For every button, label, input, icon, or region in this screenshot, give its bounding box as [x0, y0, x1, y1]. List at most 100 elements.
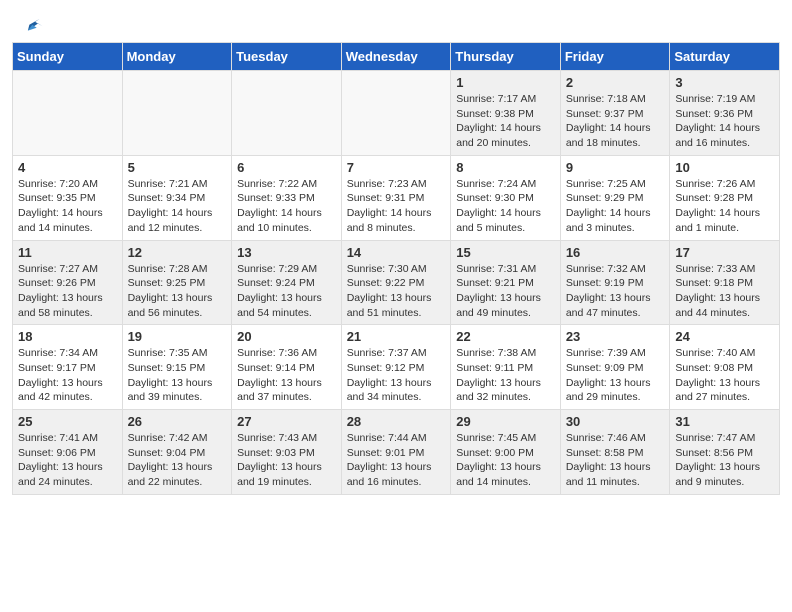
calendar-header-row: SundayMondayTuesdayWednesdayThursdayFrid… [13, 43, 780, 71]
day-number: 20 [237, 329, 336, 344]
calendar-cell: 16 Sunrise: 7:32 AM Sunset: 9:19 PM Dayli… [560, 240, 670, 325]
calendar-cell: 13 Sunrise: 7:29 AM Sunset: 9:24 PM Dayli… [232, 240, 342, 325]
day-number: 1 [456, 75, 555, 90]
day-info-text: Sunrise: 7:23 AM Sunset: 9:31 PM Dayligh… [347, 177, 446, 236]
day-info-text: Sunrise: 7:29 AM Sunset: 9:24 PM Dayligh… [237, 262, 336, 321]
calendar-week-row: 11Sunrise: 7:27 AM Sunset: 9:26 PM Dayli… [13, 240, 780, 325]
day-number: 3 [675, 75, 774, 90]
calendar-cell: 5 Sunrise: 7:21 AM Sunset: 9:34 PM Daylig… [122, 155, 232, 240]
day-info-text: Sunrise: 7:39 AM Sunset: 9:09 PM Dayligh… [566, 346, 665, 405]
day-of-week-header: Tuesday [232, 43, 342, 71]
day-info-text: Sunrise: 7:32 AM Sunset: 9:19 PM Dayligh… [566, 262, 665, 321]
calendar-cell [122, 71, 232, 156]
day-info-text: Sunrise: 7:31 AM Sunset: 9:21 PM Dayligh… [456, 262, 555, 321]
day-info-text: Sunrise: 7:30 AM Sunset: 9:22 PM Dayligh… [347, 262, 446, 321]
calendar-cell: 1 Sunrise: 7:17 AM Sunset: 9:38 PM Daylig… [451, 71, 561, 156]
calendar-cell: 26 Sunrise: 7:42 AM Sunset: 9:04 PM Dayli… [122, 410, 232, 495]
day-number: 13 [237, 245, 336, 260]
calendar-week-row: 18 Sunrise: 7:34 AM Sunset: 9:17 PM Dayli… [13, 325, 780, 410]
calendar-week-row: 25 Sunrise: 7:41 AM Sunset: 9:06 PM Dayli… [13, 410, 780, 495]
day-number: 16 [566, 245, 665, 260]
calendar-cell: 25 Sunrise: 7:41 AM Sunset: 9:06 PM Dayli… [13, 410, 123, 495]
calendar-cell [232, 71, 342, 156]
day-info-text: Sunrise: 7:38 AM Sunset: 9:11 PM Dayligh… [456, 346, 555, 405]
calendar-cell [13, 71, 123, 156]
calendar-cell: 31 Sunrise: 7:47 AM Sunset: 8:56 PM Dayli… [670, 410, 780, 495]
day-number: 12 [128, 245, 227, 260]
day-info-text: Sunrise: 7:41 AM Sunset: 9:06 PM Dayligh… [18, 431, 117, 490]
day-info-text: Sunrise: 7:40 AM Sunset: 9:08 PM Dayligh… [675, 346, 774, 405]
calendar-cell: 22 Sunrise: 7:38 AM Sunset: 9:11 PM Dayli… [451, 325, 561, 410]
day-info-text: Sunrise: 7:17 AM Sunset: 9:38 PM Dayligh… [456, 92, 555, 151]
calendar-cell: 24Sunrise: 7:40 AM Sunset: 9:08 PM Dayli… [670, 325, 780, 410]
calendar-cell: 30 Sunrise: 7:46 AM Sunset: 8:58 PM Dayli… [560, 410, 670, 495]
day-info-text: Sunrise: 7:36 AM Sunset: 9:14 PM Dayligh… [237, 346, 336, 405]
day-info-text: Sunrise: 7:25 AM Sunset: 9:29 PM Dayligh… [566, 177, 665, 236]
day-number: 9 [566, 160, 665, 175]
calendar-cell: 6 Sunrise: 7:22 AM Sunset: 9:33 PM Daylig… [232, 155, 342, 240]
day-info-text: Sunrise: 7:46 AM Sunset: 8:58 PM Dayligh… [566, 431, 665, 490]
day-info-text: Sunrise: 7:47 AM Sunset: 8:56 PM Dayligh… [675, 431, 774, 490]
day-number: 4 [18, 160, 117, 175]
day-number: 15 [456, 245, 555, 260]
logo [20, 16, 44, 34]
day-number: 25 [18, 414, 117, 429]
day-info-text: Sunrise: 7:24 AM Sunset: 9:30 PM Dayligh… [456, 177, 555, 236]
day-number: 5 [128, 160, 227, 175]
day-number: 23 [566, 329, 665, 344]
calendar-cell: 23 Sunrise: 7:39 AM Sunset: 9:09 PM Dayli… [560, 325, 670, 410]
calendar-cell: 3 Sunrise: 7:19 AM Sunset: 9:36 PM Daylig… [670, 71, 780, 156]
day-number: 2 [566, 75, 665, 90]
calendar-cell: 27 Sunrise: 7:43 AM Sunset: 9:03 PM Dayli… [232, 410, 342, 495]
day-number: 14 [347, 245, 446, 260]
day-info-text: Sunrise: 7:20 AM Sunset: 9:35 PM Dayligh… [18, 177, 117, 236]
calendar-cell: 21Sunrise: 7:37 AM Sunset: 9:12 PM Dayli… [341, 325, 451, 410]
day-number: 7 [347, 160, 446, 175]
day-info-text: Sunrise: 7:26 AM Sunset: 9:28 PM Dayligh… [675, 177, 774, 236]
day-info-text: Sunrise: 7:45 AM Sunset: 9:00 PM Dayligh… [456, 431, 555, 490]
page-header [0, 0, 792, 42]
calendar-cell: 19Sunrise: 7:35 AM Sunset: 9:15 PM Dayli… [122, 325, 232, 410]
day-info-text: Sunrise: 7:27 AM Sunset: 9:26 PM Dayligh… [18, 262, 117, 321]
day-info-text: Sunrise: 7:18 AM Sunset: 9:37 PM Dayligh… [566, 92, 665, 151]
day-number: 8 [456, 160, 555, 175]
day-info-text: Sunrise: 7:43 AM Sunset: 9:03 PM Dayligh… [237, 431, 336, 490]
calendar-cell: 29Sunrise: 7:45 AM Sunset: 9:00 PM Dayli… [451, 410, 561, 495]
day-info-text: Sunrise: 7:42 AM Sunset: 9:04 PM Dayligh… [128, 431, 227, 490]
day-info-text: Sunrise: 7:34 AM Sunset: 9:17 PM Dayligh… [18, 346, 117, 405]
calendar-cell: 10 Sunrise: 7:26 AM Sunset: 9:28 PM Dayli… [670, 155, 780, 240]
calendar-container: SundayMondayTuesdayWednesdayThursdayFrid… [0, 42, 792, 507]
calendar-cell: 28 Sunrise: 7:44 AM Sunset: 9:01 PM Dayli… [341, 410, 451, 495]
calendar-cell: 9 Sunrise: 7:25 AM Sunset: 9:29 PM Daylig… [560, 155, 670, 240]
day-info-text: Sunrise: 7:21 AM Sunset: 9:34 PM Dayligh… [128, 177, 227, 236]
day-number: 28 [347, 414, 446, 429]
day-number: 10 [675, 160, 774, 175]
day-number: 30 [566, 414, 665, 429]
calendar-cell: 14 Sunrise: 7:30 AM Sunset: 9:22 PM Dayli… [341, 240, 451, 325]
day-number: 22 [456, 329, 555, 344]
day-of-week-header: Friday [560, 43, 670, 71]
calendar-week-row: 4 Sunrise: 7:20 AM Sunset: 9:35 PM Daylig… [13, 155, 780, 240]
day-info-text: Sunrise: 7:44 AM Sunset: 9:01 PM Dayligh… [347, 431, 446, 490]
day-number: 18 [18, 329, 117, 344]
calendar-cell: 8 Sunrise: 7:24 AM Sunset: 9:30 PM Daylig… [451, 155, 561, 240]
day-number: 26 [128, 414, 227, 429]
day-of-week-header: Sunday [13, 43, 123, 71]
calendar-cell: 17Sunrise: 7:33 AM Sunset: 9:18 PM Dayli… [670, 240, 780, 325]
day-info-text: Sunrise: 7:22 AM Sunset: 9:33 PM Dayligh… [237, 177, 336, 236]
day-of-week-header: Thursday [451, 43, 561, 71]
calendar-week-row: 1 Sunrise: 7:17 AM Sunset: 9:38 PM Daylig… [13, 71, 780, 156]
day-info-text: Sunrise: 7:19 AM Sunset: 9:36 PM Dayligh… [675, 92, 774, 151]
day-number: 17 [675, 245, 774, 260]
day-of-week-header: Saturday [670, 43, 780, 71]
calendar-cell: 18 Sunrise: 7:34 AM Sunset: 9:17 PM Dayli… [13, 325, 123, 410]
day-number: 31 [675, 414, 774, 429]
day-info-text: Sunrise: 7:28 AM Sunset: 9:25 PM Dayligh… [128, 262, 227, 321]
day-of-week-header: Monday [122, 43, 232, 71]
day-number: 6 [237, 160, 336, 175]
calendar-cell: 12 Sunrise: 7:28 AM Sunset: 9:25 PM Dayli… [122, 240, 232, 325]
calendar-cell: 2 Sunrise: 7:18 AM Sunset: 9:37 PM Daylig… [560, 71, 670, 156]
day-number: 27 [237, 414, 336, 429]
calendar-cell: 20 Sunrise: 7:36 AM Sunset: 9:14 PM Dayli… [232, 325, 342, 410]
calendar-cell [341, 71, 451, 156]
